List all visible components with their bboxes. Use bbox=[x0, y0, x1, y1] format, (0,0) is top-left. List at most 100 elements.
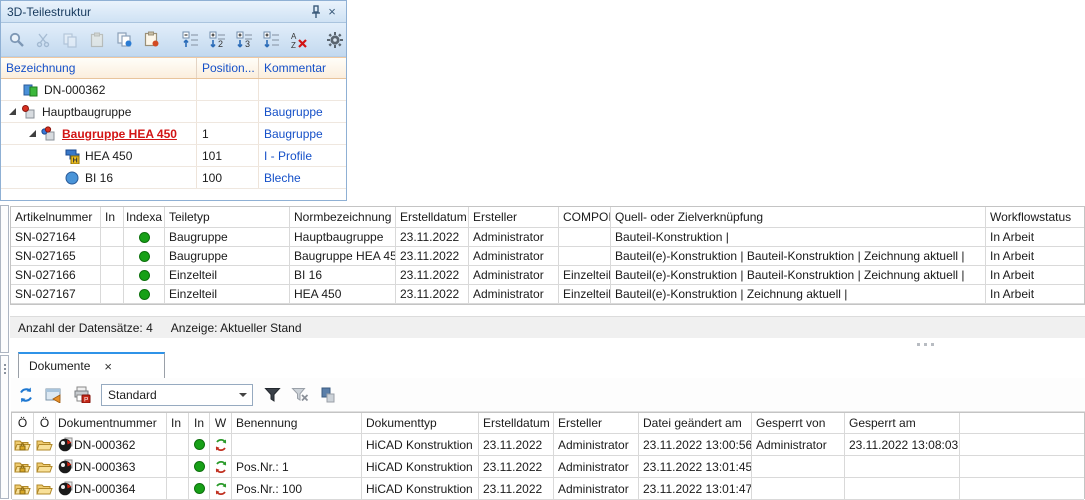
paste-with-reference-icon[interactable] bbox=[142, 31, 160, 49]
clear-filter-icon[interactable] bbox=[291, 386, 309, 404]
record-count-label: Anzahl der Datensätze: 4 bbox=[18, 321, 153, 335]
cell-index bbox=[124, 247, 165, 265]
expander-icon[interactable] bbox=[9, 108, 16, 115]
expand-level-2-icon[interactable]: 2 bbox=[209, 31, 227, 49]
tab-dokumente[interactable]: Dokumente × bbox=[18, 352, 165, 378]
col-dokumenttyp[interactable]: Dokumenttyp bbox=[362, 413, 479, 433]
col-in-2[interactable]: In bbox=[189, 413, 210, 433]
col-normbezeichnung[interactable]: Normbezeichnung bbox=[290, 207, 396, 227]
parts-row[interactable]: SN-027165 Baugruppe Baugruppe HEA 450 23… bbox=[11, 247, 1084, 266]
col-gesperrt-am[interactable]: Gesperrt am bbox=[845, 413, 960, 433]
copy-with-reference-icon[interactable] bbox=[115, 31, 133, 49]
col-in-1[interactable]: In bbox=[167, 413, 189, 433]
tree-row[interactable]: BI 16 100 Bleche bbox=[1, 167, 346, 189]
folder-open-icon bbox=[36, 482, 53, 496]
cut-icon[interactable] bbox=[34, 31, 52, 49]
cell-component bbox=[559, 228, 611, 246]
document-row[interactable]: DN-000364 Pos.Nr.: 100 HiCAD Konstruktio… bbox=[12, 478, 1084, 500]
documents-table-header[interactable]: Ö Ö Dokumentnummer In In W Benennung Dok… bbox=[12, 413, 1084, 434]
cell-verknuepfung: Bauteil-Konstruktion | bbox=[611, 228, 986, 246]
refresh-icon[interactable] bbox=[17, 386, 35, 404]
tree-item-label[interactable]: HEA 450 bbox=[85, 149, 132, 163]
tree-column-position[interactable]: Position... bbox=[197, 58, 259, 78]
col-w[interactable]: W bbox=[210, 413, 232, 433]
filter-preset-combobox[interactable]: Standard bbox=[101, 384, 253, 406]
cell-ersteller: Administrator bbox=[554, 434, 639, 455]
tree-item-label[interactable]: Hauptbaugruppe bbox=[42, 105, 131, 119]
document-row[interactable]: DN-000363 Pos.Nr.: 1 HiCAD Konstruktion … bbox=[12, 456, 1084, 478]
col-verknuepfung[interactable]: Quell- oder Zielverknüpfung bbox=[611, 207, 986, 227]
cell-teiletyp: Baugruppe bbox=[165, 247, 290, 265]
col-gesperrt-von[interactable]: Gesperrt von bbox=[752, 413, 845, 433]
send-to-icon[interactable] bbox=[45, 386, 63, 404]
parts-row[interactable]: SN-027166 Einzelteil BI 16 23.11.2022 Ad… bbox=[11, 266, 1084, 285]
pin-icon[interactable] bbox=[308, 4, 324, 20]
folder-locked-icon bbox=[14, 460, 31, 474]
tree-item-label[interactable]: DN-000362 bbox=[44, 83, 105, 97]
cell-in1 bbox=[167, 478, 189, 499]
col-erstelldatum[interactable]: Erstelldatum bbox=[396, 207, 469, 227]
col-component[interactable]: COMPOI bbox=[559, 207, 611, 227]
tree-item-label[interactable]: Baugruppe HEA 450 bbox=[62, 127, 177, 141]
expander-icon[interactable] bbox=[29, 130, 36, 137]
svg-text:3: 3 bbox=[245, 39, 250, 49]
cell-gesperrt-am: 23.11.2022 13:08:03 bbox=[845, 434, 960, 455]
col-erstelldatum[interactable]: Erstelldatum bbox=[479, 413, 554, 433]
col-oeffnen-1[interactable]: Ö bbox=[12, 413, 34, 433]
cell-open-locked[interactable] bbox=[12, 434, 34, 455]
col-ersteller[interactable]: Ersteller bbox=[469, 207, 559, 227]
tree-item-label[interactable]: BI 16 bbox=[85, 171, 113, 185]
collapse-all-icon[interactable] bbox=[182, 31, 200, 49]
expand-all-icon[interactable] bbox=[263, 31, 281, 49]
col-ersteller[interactable]: Ersteller bbox=[554, 413, 639, 433]
tree-row[interactable]: Hauptbaugruppe Baugruppe bbox=[1, 101, 346, 123]
col-artikelnummer[interactable]: Artikelnummer bbox=[11, 207, 101, 227]
cell-open[interactable] bbox=[34, 456, 56, 477]
tab-close-icon[interactable]: × bbox=[104, 359, 112, 374]
document-number[interactable]: DN-000362 bbox=[74, 438, 135, 452]
remove-sorting-icon[interactable]: AZ bbox=[290, 31, 308, 49]
print-icon[interactable]: P bbox=[73, 386, 91, 404]
collapsed-panel-strip[interactable] bbox=[0, 205, 9, 353]
cell-filler bbox=[960, 456, 1084, 477]
col-index[interactable]: Indexa bbox=[124, 207, 165, 227]
chevron-down-icon[interactable] bbox=[234, 385, 252, 405]
tree-grid-header[interactable]: Bezeichnung Position... Kommentar bbox=[1, 57, 346, 79]
col-oeffnen-2[interactable]: Ö bbox=[34, 413, 56, 433]
filter-icon[interactable] bbox=[263, 386, 281, 404]
settings-gear-icon[interactable] bbox=[326, 31, 344, 49]
document-number[interactable]: DN-000364 bbox=[74, 482, 135, 496]
tree-column-bezeichnung[interactable]: Bezeichnung bbox=[1, 58, 197, 78]
cell-geaendert-am: 23.11.2022 13:00:56 bbox=[639, 434, 752, 455]
cell-open[interactable] bbox=[34, 434, 56, 455]
cell-geaendert-am: 23.11.2022 13:01:47 bbox=[639, 478, 752, 499]
col-benennung[interactable]: Benennung bbox=[232, 413, 362, 433]
document-number[interactable]: DN-000363 bbox=[74, 460, 135, 474]
tab-label: Dokumente bbox=[29, 359, 90, 373]
copy-reference-icon[interactable] bbox=[319, 386, 337, 404]
tree-row[interactable]: DN-000362 bbox=[1, 79, 346, 101]
paste-icon[interactable] bbox=[88, 31, 106, 49]
cell-in bbox=[101, 266, 124, 284]
expand-level-3-icon[interactable]: 3 bbox=[236, 31, 254, 49]
tree-row[interactable]: H HEA 450 101 I - Profile bbox=[1, 145, 346, 167]
search-icon[interactable] bbox=[7, 31, 25, 49]
cell-open-locked[interactable] bbox=[12, 478, 34, 499]
splitter-grip[interactable] bbox=[917, 343, 934, 346]
col-in[interactable]: In bbox=[101, 207, 124, 227]
parts-table-header[interactable]: Artikelnummer In Indexa Teiletyp Normbez… bbox=[11, 207, 1084, 228]
col-workflowstatus[interactable]: Workflowstatus bbox=[986, 207, 1084, 227]
collapsed-panel-strip[interactable] bbox=[0, 355, 9, 499]
cell-open-locked[interactable] bbox=[12, 456, 34, 477]
parts-row[interactable]: SN-027167 Einzelteil HEA 450 23.11.2022 … bbox=[11, 285, 1084, 304]
col-dokumentnummer[interactable]: Dokumentnummer bbox=[56, 413, 167, 433]
close-icon[interactable]: × bbox=[324, 4, 340, 20]
copy-icon[interactable] bbox=[61, 31, 79, 49]
document-row[interactable]: DN-000362 HiCAD Konstruktion 23.11.2022 … bbox=[12, 434, 1084, 456]
tree-row[interactable]: Baugruppe HEA 450 1 Baugruppe bbox=[1, 123, 346, 145]
col-datei-geaendert-am[interactable]: Datei geändert am bbox=[639, 413, 752, 433]
parts-row[interactable]: SN-027164 Baugruppe Hauptbaugruppe 23.11… bbox=[11, 228, 1084, 247]
cell-open[interactable] bbox=[34, 478, 56, 499]
tree-column-kommentar[interactable]: Kommentar bbox=[259, 58, 346, 78]
col-teiletyp[interactable]: Teiletyp bbox=[165, 207, 290, 227]
